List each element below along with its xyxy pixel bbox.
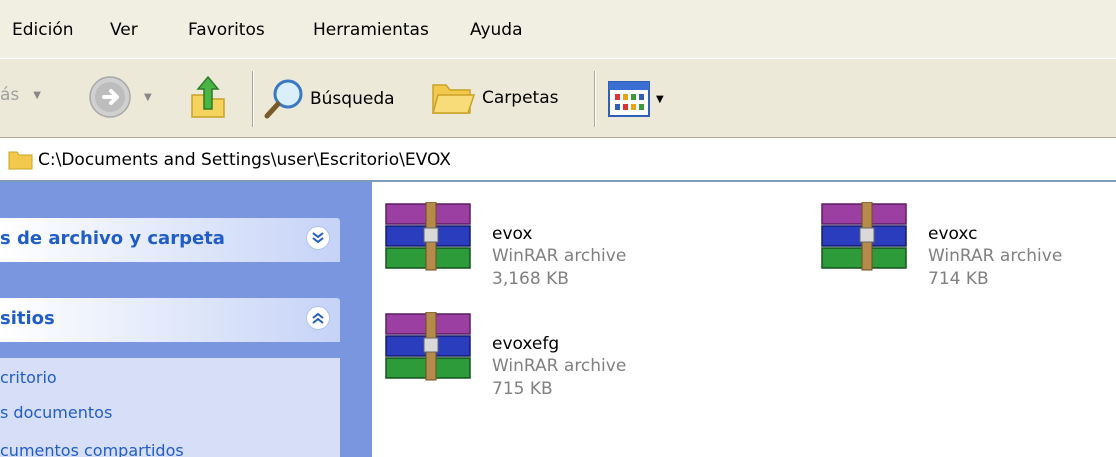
forward-dropdown-icon[interactable]: ▼ [144, 92, 152, 103]
file-type: WinRAR archive [492, 246, 627, 266]
folders-label: Carpetas [482, 88, 559, 108]
chevron-down-icon[interactable] [306, 226, 330, 250]
menu-edicion[interactable]: Edición [12, 20, 74, 40]
forward-arrow-icon [89, 76, 131, 118]
place-link-documentos[interactable]: s documentos [0, 403, 112, 422]
chevron-up-icon[interactable] [306, 306, 330, 330]
places-list: critorio s documentos cumentos compartid… [0, 358, 340, 457]
menu-favoritos[interactable]: Favoritos [188, 20, 265, 40]
places-title: sitios [0, 308, 55, 329]
file-name: evox [492, 224, 533, 244]
place-link-escritorio[interactable]: critorio [0, 368, 57, 387]
menu-bar: Edición Ver Favoritos Herramientas Ayuda [0, 0, 1116, 58]
file-name: evoxc [928, 224, 978, 244]
file-size: 3,168 KB [492, 269, 569, 289]
file-item[interactable]: evox WinRAR archive 3,168 KB [382, 202, 682, 292]
folders-button[interactable]: Carpetas [430, 77, 558, 119]
views-button[interactable]: ▼ [608, 81, 664, 117]
folder-icon [8, 151, 33, 170]
winrar-archive-icon [385, 202, 471, 271]
file-folder-tasks-title: s de archivo y carpeta [0, 228, 225, 249]
place-link-compartidos[interactable]: cumentos compartidos [0, 441, 184, 457]
file-name: evoxefg [492, 334, 560, 354]
menu-ver[interactable]: Ver [110, 20, 138, 40]
file-item[interactable]: evoxc WinRAR archive 714 KB [818, 202, 1116, 292]
forward-button[interactable]: ▼ [88, 75, 152, 119]
back-label: ás [0, 85, 20, 105]
menu-ayuda[interactable]: Ayuda [470, 20, 523, 40]
toolbar: ás ▼ ▼ Búsqueda Carpetas ▼ [0, 58, 1116, 138]
file-size: 714 KB [928, 269, 989, 289]
file-type: WinRAR archive [928, 246, 1063, 266]
search-label: Búsqueda [310, 89, 395, 109]
winrar-archive-icon [385, 312, 471, 381]
back-dropdown-icon[interactable]: ▼ [33, 90, 41, 101]
search-button[interactable]: Búsqueda [262, 77, 395, 121]
winrar-archive-icon [821, 202, 907, 271]
views-icon [608, 81, 650, 117]
file-area: evox WinRAR archive 3,168 KB evoxc WinRA… [372, 182, 1116, 457]
back-button[interactable]: ás ▼ [0, 85, 41, 105]
file-folder-tasks-header[interactable]: s de archivo y carpeta [0, 218, 340, 262]
file-type: WinRAR archive [492, 356, 627, 376]
search-icon [264, 79, 303, 119]
views-dropdown-icon[interactable]: ▼ [656, 94, 664, 105]
menu-herramientas[interactable]: Herramientas [313, 20, 429, 40]
file-size: 715 KB [492, 379, 553, 399]
file-item[interactable]: evoxefg WinRAR archive 715 KB [382, 312, 682, 402]
up-folder-button[interactable] [186, 73, 228, 121]
folder-icon [432, 84, 476, 114]
folder-up-icon [191, 75, 225, 118]
address-path[interactable]: C:\Documents and Settings\user\Escritori… [38, 150, 451, 170]
address-bar[interactable]: C:\Documents and Settings\user\Escritori… [0, 138, 1116, 182]
places-header[interactable]: sitios [0, 298, 340, 342]
